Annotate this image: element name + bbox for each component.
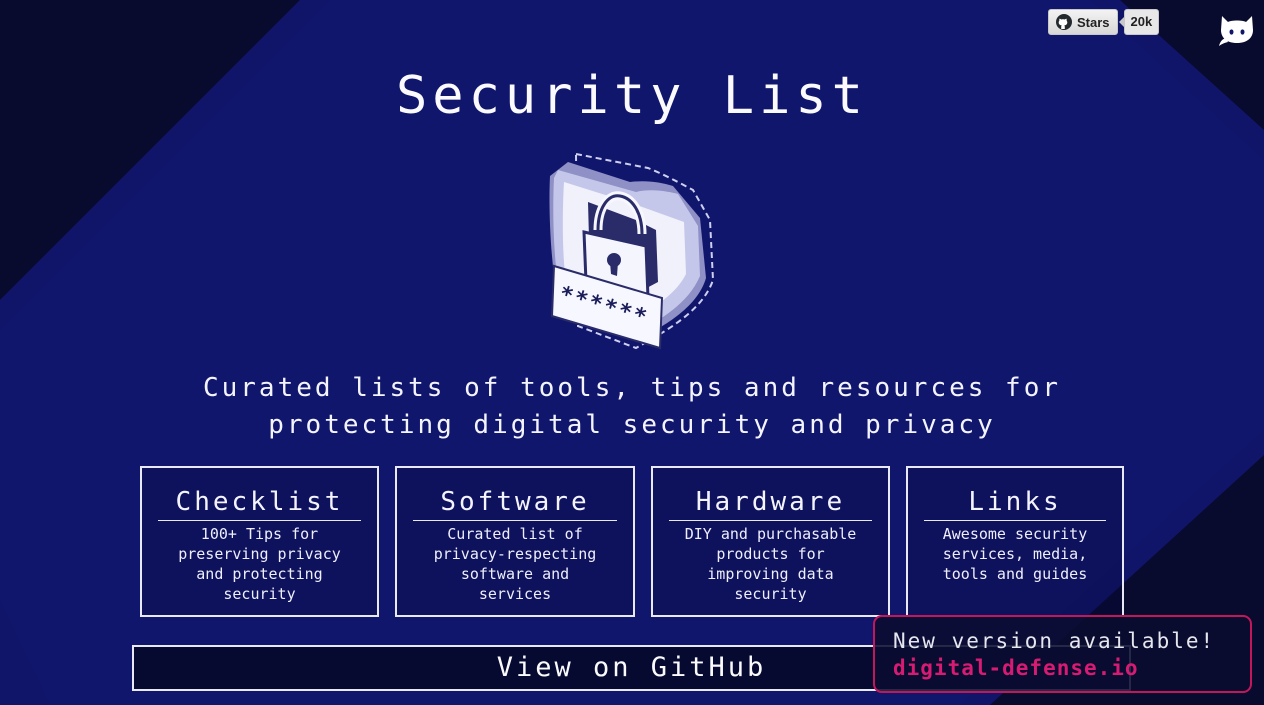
octocat-icon[interactable] bbox=[1216, 8, 1258, 50]
tagline-line-1: Curated lists of tools, tips and resourc… bbox=[202, 373, 1062, 403]
card-desc-line: 100+ Tips for bbox=[200, 525, 319, 543]
card-checklist[interactable]: Checklist 100+ Tips for preserving priva… bbox=[140, 466, 379, 617]
card-desc-line: Curated list of bbox=[447, 525, 583, 543]
card-description: 100+ Tips for preserving privacy and pro… bbox=[156, 524, 363, 604]
github-stars-button[interactable]: Stars bbox=[1048, 9, 1118, 35]
card-title: Hardware bbox=[669, 486, 872, 521]
card-desc-line: security bbox=[223, 585, 296, 603]
card-software[interactable]: Software Curated list of privacy-respect… bbox=[395, 466, 635, 617]
card-desc-line: software and bbox=[460, 565, 570, 583]
github-stars-label: Stars bbox=[1077, 14, 1110, 30]
card-desc-line: services, media, bbox=[942, 545, 1088, 563]
card-description: Curated list of privacy-respecting softw… bbox=[411, 524, 619, 604]
card-desc-line: Awesome security bbox=[942, 525, 1088, 543]
card-desc-line: services bbox=[478, 585, 552, 603]
card-title: Software bbox=[413, 486, 617, 521]
tagline-line-2: protecting digital security and privacy bbox=[268, 410, 996, 440]
card-title: Checklist bbox=[158, 486, 361, 521]
card-description: Awesome security services, media, tools … bbox=[922, 524, 1108, 584]
card-links[interactable]: Links Awesome security services, media, … bbox=[906, 466, 1124, 617]
card-desc-line: DIY and purchasable bbox=[684, 525, 857, 543]
card-desc-line: and protecting bbox=[196, 565, 323, 583]
card-desc-line: products for bbox=[716, 545, 825, 563]
card-desc-line: improving data bbox=[707, 565, 834, 583]
new-version-banner[interactable]: New version available! digital-defense.i… bbox=[873, 615, 1252, 693]
card-description: DIY and purchasable products for improvi… bbox=[667, 524, 874, 604]
banner-domain-link[interactable]: digital-defense.io bbox=[893, 654, 1250, 682]
github-icon bbox=[1056, 14, 1072, 30]
github-stars-widget: Stars 20k bbox=[1048, 9, 1160, 35]
github-stars-count[interactable]: 20k bbox=[1118, 9, 1160, 35]
card-desc-line: security bbox=[734, 585, 807, 603]
shield-lock-icon: ****** bbox=[549, 152, 715, 350]
card-desc-line: tools and guides bbox=[942, 565, 1088, 583]
card-hardware[interactable]: Hardware DIY and purchasable products fo… bbox=[651, 466, 890, 617]
card-title: Links bbox=[924, 486, 1106, 521]
card-desc-line: preserving privacy bbox=[178, 545, 341, 563]
banner-message: New version available! bbox=[893, 629, 1216, 653]
tagline: Curated lists of tools, tips and resourc… bbox=[150, 370, 1114, 444]
page-title: Security List bbox=[396, 66, 868, 126]
card-desc-line: privacy-respecting bbox=[433, 545, 597, 563]
